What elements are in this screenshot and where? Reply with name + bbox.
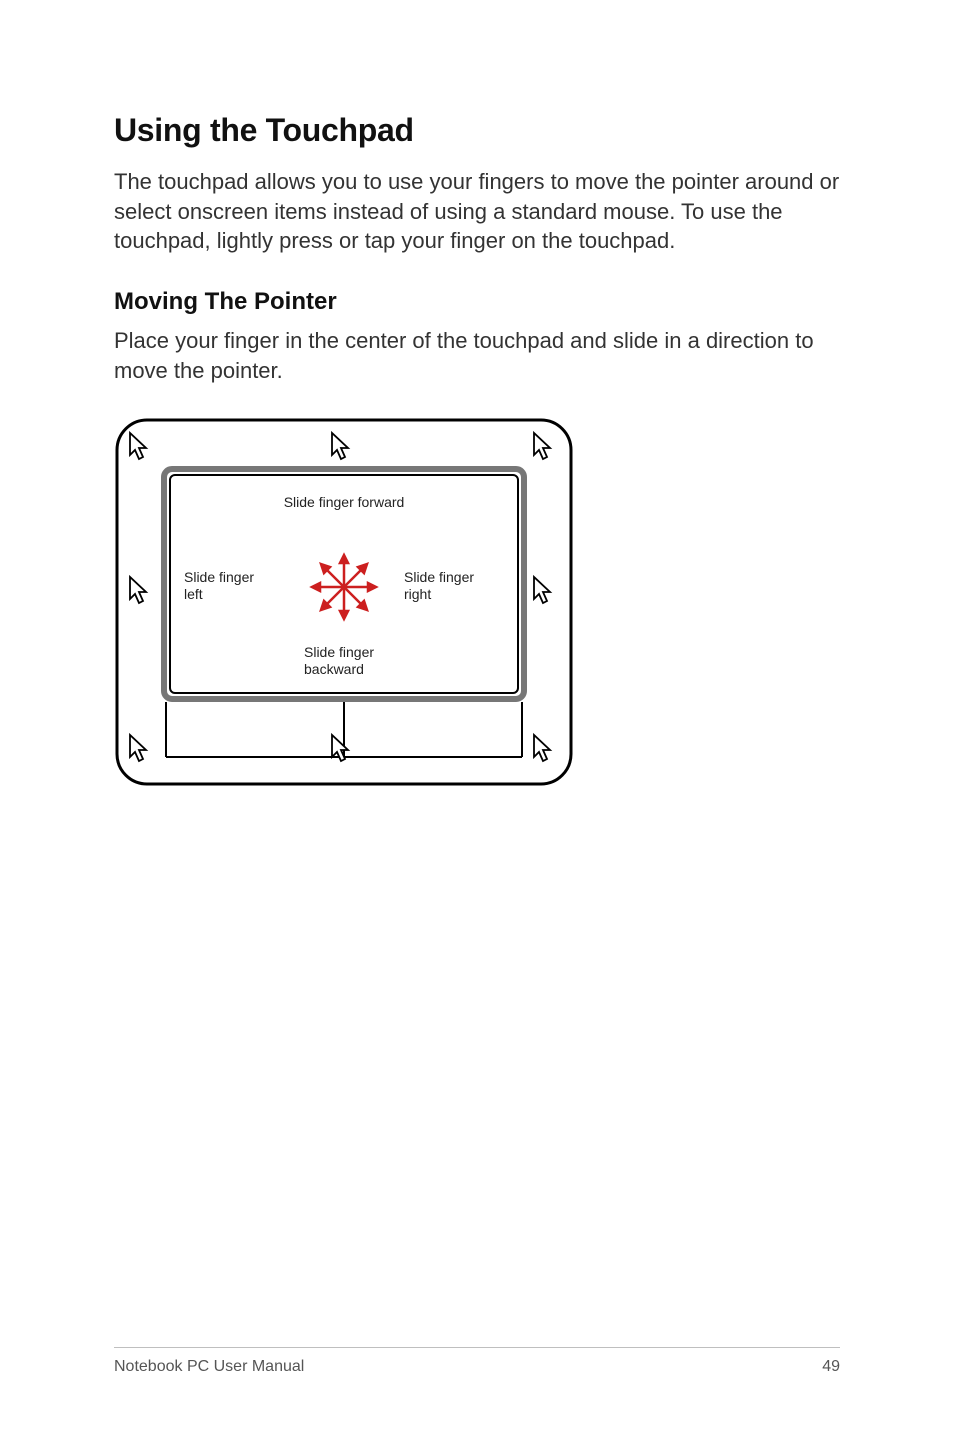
diagram-label-right-l1: Slide finger	[404, 569, 474, 585]
diagram-label-bottom-l2: backward	[304, 661, 364, 677]
page-footer: Notebook PC User Manual 49	[114, 1347, 840, 1376]
document-page: Using the Touchpad The touchpad allows y…	[0, 0, 954, 1438]
section-paragraph: Place your finger in the center of the t…	[114, 326, 840, 385]
diagram-label-left-l2: left	[184, 586, 203, 602]
page-title: Using the Touchpad	[114, 112, 840, 149]
compass-arrows-icon	[312, 555, 376, 619]
footer-title: Notebook PC User Manual	[114, 1358, 304, 1376]
intro-paragraph: The touchpad allows you to use your fing…	[114, 167, 840, 256]
diagram-label-top: Slide finger forward	[284, 494, 405, 510]
touchpad-diagram: Slide finger forward Slide finger left S…	[114, 417, 840, 792]
diagram-label-right-l2: right	[404, 586, 431, 602]
touchpad-svg: Slide finger forward Slide finger left S…	[114, 417, 574, 787]
diagram-label-left-l1: Slide finger	[184, 569, 254, 585]
section-heading: Moving The Pointer	[114, 288, 840, 316]
page-number: 49	[822, 1358, 840, 1376]
diagram-label-bottom-l1: Slide finger	[304, 644, 374, 660]
